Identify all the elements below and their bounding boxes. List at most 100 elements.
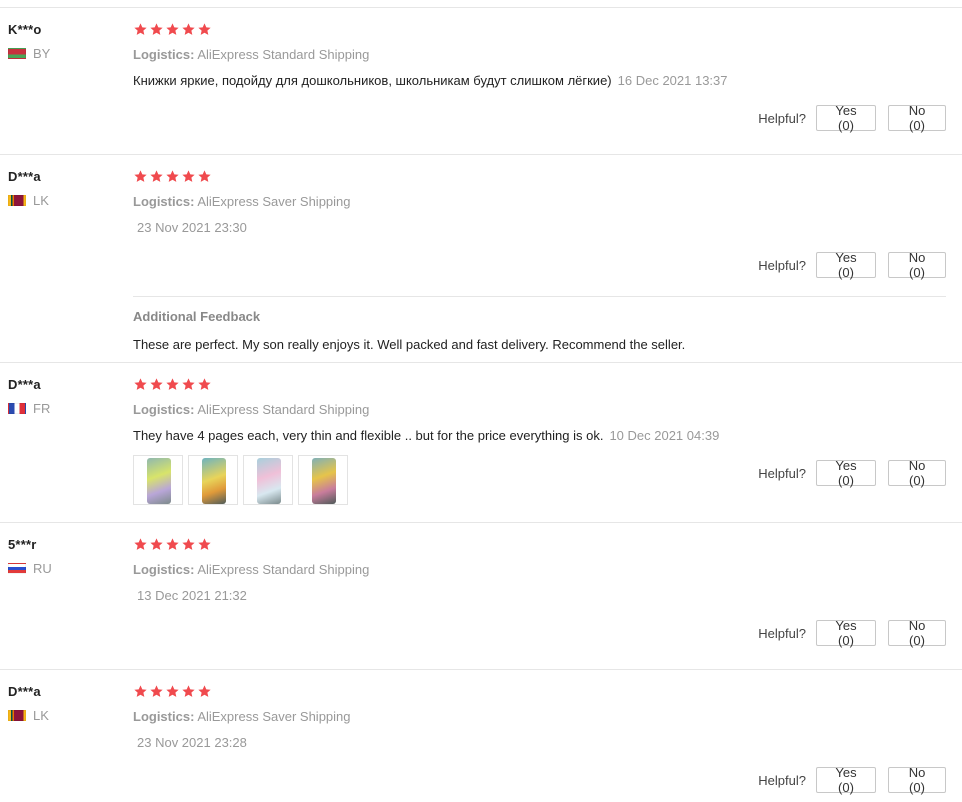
review-content: Logistics: AliExpress Standard Shipping …: [133, 22, 946, 88]
helpful-yes-button[interactable]: Yes (0): [816, 250, 876, 280]
review-photo-thumbnail[interactable]: [188, 455, 238, 505]
review-date: 23 Nov 2021 23:28: [137, 735, 247, 750]
helpful-yes-button[interactable]: Yes (0): [816, 765, 876, 795]
reviewer-country: FR: [8, 401, 118, 416]
logistics-info: Logistics: AliExpress Standard Shipping: [133, 47, 946, 62]
review-content: Logistics: AliExpress Saver Shipping 23 …: [133, 169, 946, 235]
logistics-method: AliExpress Saver Shipping: [197, 194, 351, 209]
helpful-controls: Helpful? Yes (0) No (0): [758, 103, 946, 133]
logistics-method: AliExpress Standard Shipping: [197, 562, 370, 577]
helpful-no-button[interactable]: No (0): [888, 103, 946, 133]
helpful-yes-button[interactable]: Yes (0): [816, 458, 876, 488]
flag-ru-icon: [8, 563, 26, 574]
additional-feedback: Additional Feedback These are perfect. M…: [133, 296, 946, 352]
star-icon: [197, 377, 212, 392]
helpful-label: Helpful?: [758, 772, 806, 788]
reviewer-country: BY: [8, 46, 118, 61]
star-rating: [133, 377, 946, 395]
star-icon: [149, 537, 164, 552]
star-icon: [197, 537, 212, 552]
star-icon: [133, 22, 148, 37]
helpful-controls: Helpful? Yes (0) No (0): [758, 250, 946, 280]
helpful-no-button[interactable]: No (0): [888, 250, 946, 280]
star-icon: [181, 22, 196, 37]
star-icon: [165, 537, 180, 552]
review-content: Logistics: AliExpress Standard Shipping …: [133, 537, 946, 603]
helpful-no-button[interactable]: No (0): [888, 618, 946, 648]
logistics-label: Logistics:: [133, 562, 195, 577]
reviewer-name: D***a: [8, 377, 41, 392]
reviewer-country: RU: [8, 561, 118, 576]
helpful-yes-button[interactable]: Yes (0): [816, 618, 876, 648]
review-item: 5***r RU Logistics: AliExpress Standard …: [0, 522, 962, 669]
flag-lk-icon: [8, 195, 26, 206]
country-code: LK: [33, 193, 49, 208]
logistics-method: AliExpress Standard Shipping: [197, 47, 370, 62]
logistics-label: Logistics:: [133, 402, 195, 417]
additional-feedback-title: Additional Feedback: [133, 309, 261, 324]
country-code: FR: [33, 401, 51, 416]
country-code: LK: [33, 708, 49, 723]
review-item: D***a LK Logistics: AliExpress Saver Shi…: [0, 154, 962, 362]
helpful-label: Helpful?: [758, 465, 806, 481]
helpful-no-button[interactable]: No (0): [888, 765, 946, 795]
reviewer-country: LK: [8, 708, 118, 723]
logistics-info: Logistics: AliExpress Standard Shipping: [133, 562, 946, 577]
review-text: They have 4 pages each, very thin and fl…: [133, 428, 604, 443]
star-rating: [133, 22, 946, 40]
logistics-info: Logistics: AliExpress Saver Shipping: [133, 709, 946, 724]
reviewer-name: D***a: [8, 684, 41, 699]
flag-by-icon: [8, 48, 26, 59]
logistics-info: Logistics: AliExpress Standard Shipping: [133, 402, 946, 417]
review-photo-thumbnail[interactable]: [133, 455, 183, 505]
reviewer-country: LK: [8, 193, 118, 208]
logistics-label: Logistics:: [133, 709, 195, 724]
helpful-no-button[interactable]: No (0): [888, 458, 946, 488]
review-item: D***a FR Logistics: AliExpress Standard …: [0, 362, 962, 522]
star-icon: [133, 169, 148, 184]
reviewer-info: D***a FR: [8, 377, 118, 416]
helpful-label: Helpful?: [758, 625, 806, 641]
helpful-controls: Helpful? Yes (0) No (0): [758, 765, 946, 795]
star-icon: [133, 377, 148, 392]
review-item: D***a LK Logistics: AliExpress Saver Shi…: [0, 669, 962, 802]
reviewer-info: D***a LK: [8, 169, 118, 208]
star-icon: [165, 22, 180, 37]
review-photo-thumbnail[interactable]: [243, 455, 293, 505]
star-rating: [133, 684, 946, 702]
helpful-label: Helpful?: [758, 110, 806, 126]
review-date: 10 Dec 2021 04:39: [609, 428, 720, 443]
review-text-line: They have 4 pages each, very thin and fl…: [133, 428, 946, 443]
logistics-info: Logistics: AliExpress Saver Shipping: [133, 194, 946, 209]
flag-lk-icon: [8, 710, 26, 721]
country-code: RU: [33, 561, 52, 576]
star-icon: [149, 22, 164, 37]
helpful-label: Helpful?: [758, 257, 806, 273]
star-icon: [149, 169, 164, 184]
helpful-controls: Helpful? Yes (0) No (0): [758, 618, 946, 648]
review-date: 23 Nov 2021 23:30: [137, 220, 247, 235]
star-icon: [181, 169, 196, 184]
star-icon: [149, 377, 164, 392]
star-icon: [197, 22, 212, 37]
review-photo-thumbnail[interactable]: [298, 455, 348, 505]
review-item: K***o BY Logistics: AliExpress Standard …: [0, 7, 962, 154]
star-icon: [133, 537, 148, 552]
review-date: 13 Dec 2021 21:32: [137, 588, 247, 603]
reviewer-name: K***o: [8, 22, 42, 37]
helpful-yes-button[interactable]: Yes (0): [816, 103, 876, 133]
flag-fr-icon: [8, 403, 26, 414]
logistics-method: AliExpress Saver Shipping: [197, 709, 351, 724]
review-text-line: Книжки яркие, подойду для дошкольников, …: [133, 73, 946, 88]
star-icon: [165, 684, 180, 699]
star-icon: [181, 537, 196, 552]
reviewer-info: K***o BY: [8, 22, 118, 61]
logistics-label: Logistics:: [133, 194, 195, 209]
reviewer-name: D***a: [8, 169, 41, 184]
star-icon: [165, 377, 180, 392]
star-icon: [197, 684, 212, 699]
star-icon: [181, 684, 196, 699]
review-text: Книжки яркие, подойду для дошкольников, …: [133, 73, 612, 88]
review-date: 16 Dec 2021 13:37: [617, 73, 728, 88]
star-rating: [133, 537, 946, 555]
